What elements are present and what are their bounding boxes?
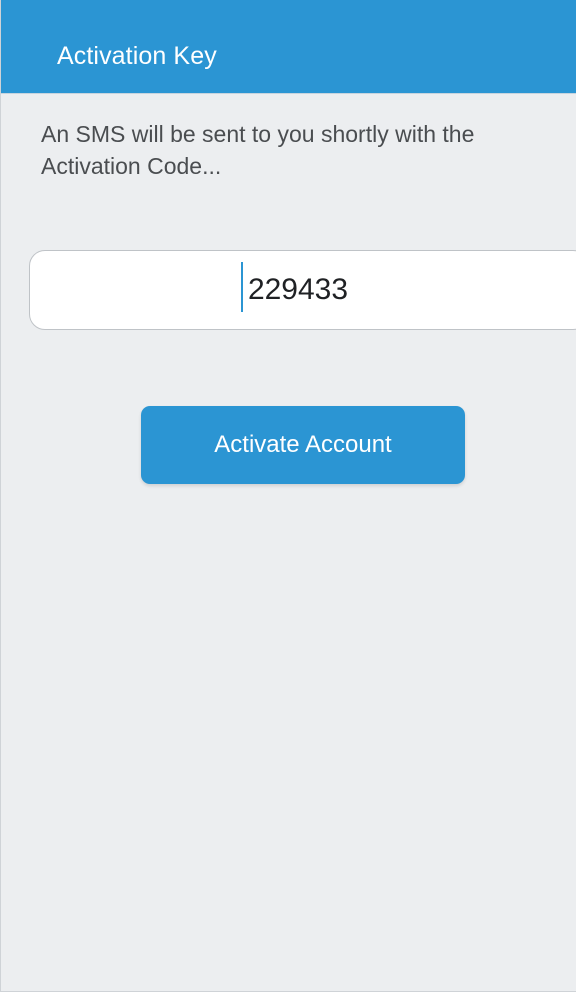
activation-screen: Activation Key An SMS will be sent to yo… bbox=[0, 0, 576, 992]
text-cursor bbox=[241, 262, 243, 312]
screen-title: Activation Key bbox=[57, 42, 217, 70]
activate-account-button[interactable]: Activate Account bbox=[141, 406, 465, 484]
app-bar: Activation Key bbox=[1, 0, 576, 94]
sms-info-message: An SMS will be sent to you shortly with … bbox=[41, 121, 475, 179]
activation-key-input[interactable] bbox=[30, 251, 576, 329]
activation-key-field[interactable] bbox=[29, 250, 576, 330]
